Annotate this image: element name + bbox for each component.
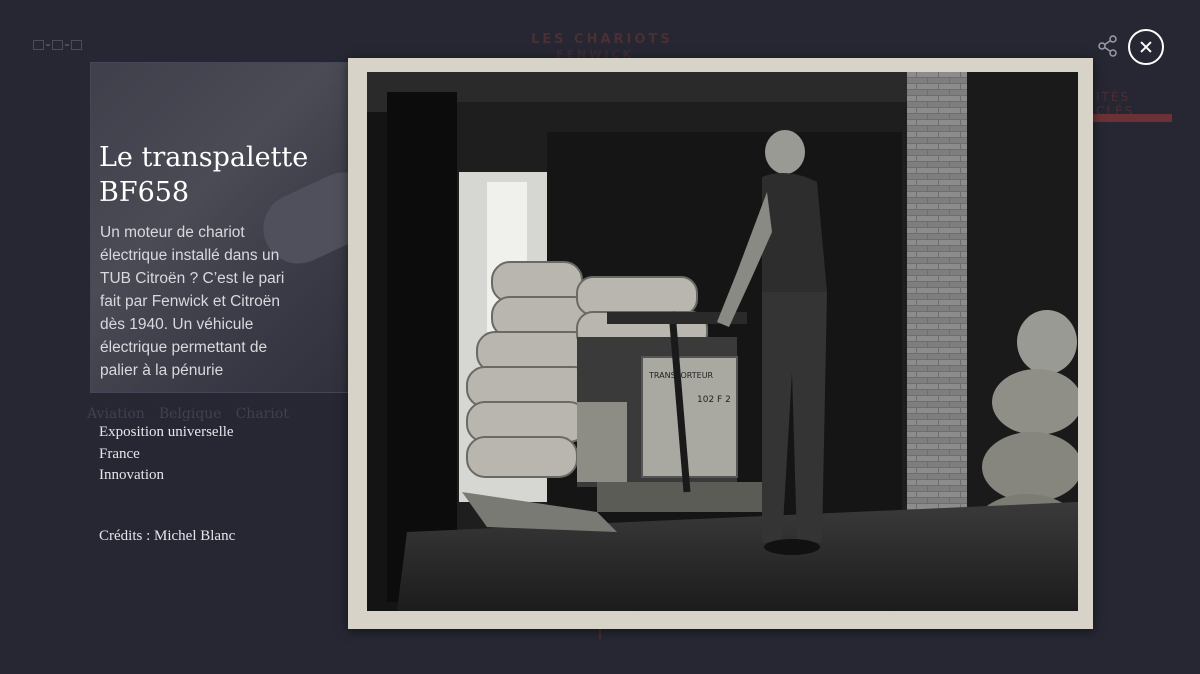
bg-tag: Belgique <box>158 406 222 422</box>
bg-right-tab: ITÉS CLÉS <box>1092 86 1172 122</box>
tag-link[interactable]: France <box>99 444 234 466</box>
close-button[interactable] <box>1128 29 1164 65</box>
tag-link[interactable]: Exposition universelle <box>99 422 234 444</box>
photo-credits: Crédits : Michel Blanc <box>99 528 236 544</box>
modal-title: Le transpalette BF658 <box>99 142 309 208</box>
bg-tags: Aviation Belgique Chariot <box>87 406 289 422</box>
bg-brand-line1: LES CHARIOTS <box>531 32 673 47</box>
share-button[interactable] <box>1096 34 1120 58</box>
archive-photo: TRANSPORTEUR 102 F 2 <box>348 58 1093 629</box>
modal-tags: Exposition universelle France Innovation <box>99 422 234 487</box>
share-icon <box>1098 35 1117 57</box>
modal-description: Un moteur de chariot électrique installé… <box>100 224 285 379</box>
photo-image: TRANSPORTEUR 102 F 2 <box>367 72 1078 611</box>
tag-link[interactable]: Innovation <box>99 465 234 487</box>
bg-tag: Aviation <box>87 406 145 422</box>
menu-icon <box>33 40 82 50</box>
bg-tag: Chariot <box>235 406 289 422</box>
photo-id-text: 102 F 2 <box>697 395 731 405</box>
